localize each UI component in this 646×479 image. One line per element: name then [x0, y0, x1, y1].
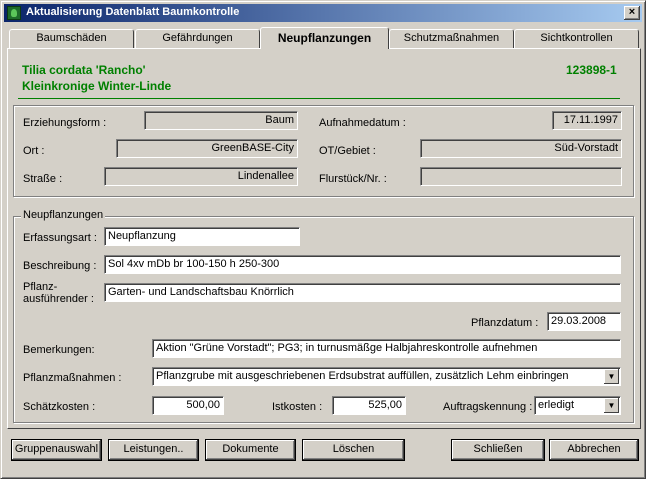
- beschreibung-label: Beschreibung :: [23, 260, 97, 272]
- auftragskennung-value: erledigt: [538, 399, 575, 411]
- tab-bar: Baumschäden Gefährdungen Neupflanzungen …: [7, 27, 641, 49]
- chevron-down-icon[interactable]: ▼: [604, 369, 619, 384]
- ausfuehrender-input[interactable]: Garten- und Landschaftsbau Knörrlich: [104, 283, 621, 302]
- gruppenauswahl-button[interactable]: Gruppenauswahl: [11, 439, 102, 461]
- erziehungsform-field: Baum: [144, 111, 298, 130]
- loeschen-button[interactable]: Löschen: [302, 439, 405, 461]
- title-bar: Aktualisierung Datenblatt Baumkontrolle …: [4, 4, 642, 22]
- schliessen-button[interactable]: Schließen: [451, 439, 545, 461]
- bemerkungen-input[interactable]: Aktion "Grüne Vorstadt"; PG3; in turnusm…: [152, 339, 621, 358]
- erziehungsform-label: Erziehungsform :: [23, 117, 107, 129]
- close-button[interactable]: ×: [624, 6, 640, 20]
- strasse-label: Straße :: [23, 173, 63, 185]
- ort-label: Ort :: [23, 145, 45, 157]
- pflanzdatum-input[interactable]: 29.03.2008: [547, 312, 621, 331]
- ausfuehrender-label-line1: Pflanz-: [23, 281, 58, 293]
- auftragskennung-label: Auftragskennung :: [443, 401, 533, 413]
- tree-app-icon: [7, 6, 21, 20]
- beschreibung-input[interactable]: Sol 4xv mDb br 100-150 h 250-300: [104, 255, 621, 274]
- flurstueck-label: Flurstück/Nr. :: [319, 173, 387, 185]
- aufnahmedatum-label: Aufnahmedatum :: [319, 117, 406, 129]
- istkosten-label: Istkosten :: [272, 401, 323, 413]
- tree-common-name: Kleinkronige Winter-Linde: [22, 79, 172, 93]
- tab-neupflanzungen[interactable]: Neupflanzungen: [260, 27, 389, 49]
- leistungen-button[interactable]: Leistungen..: [108, 439, 199, 461]
- auftragskennung-select[interactable]: erledigt ▼: [534, 396, 621, 415]
- dokumente-button[interactable]: Dokumente: [205, 439, 296, 461]
- massnahmen-label: Pflanzmaßnahmen :: [23, 372, 122, 384]
- dialog-window: Aktualisierung Datenblatt Baumkontrolle …: [0, 0, 646, 479]
- window-title: Aktualisierung Datenblatt Baumkontrolle: [26, 6, 240, 18]
- schaetzkosten-input[interactable]: 500,00: [152, 396, 224, 415]
- bemerkungen-label: Bemerkungen:: [23, 344, 95, 356]
- strasse-field: Lindenallee: [104, 167, 298, 186]
- erfassungsart-input[interactable]: Neupflanzung: [104, 227, 300, 246]
- ausfuehrender-label-line2: ausführender :: [23, 293, 94, 305]
- ort-field: GreenBASE-City: [116, 139, 298, 158]
- massnahmen-value: Pflanzgrube mit ausgeschriebenen Erdsubs…: [156, 370, 569, 382]
- tab-gefaehrdungen[interactable]: Gefährdungen: [135, 29, 260, 48]
- massnahmen-select[interactable]: Pflanzgrube mit ausgeschriebenen Erdsubs…: [152, 367, 621, 386]
- neupflanzungen-group: [13, 216, 634, 423]
- erfassungsart-label: Erfassungsart :: [23, 232, 97, 244]
- schaetzkosten-label: Schätzkosten :: [23, 401, 96, 413]
- tab-baumschaeden[interactable]: Baumschäden: [9, 29, 134, 48]
- abbrechen-button[interactable]: Abbrechen: [549, 439, 639, 461]
- pflanzdatum-label: Pflanzdatum :: [471, 317, 539, 329]
- tab-sichtkontrollen[interactable]: Sichtkontrollen: [514, 29, 639, 48]
- flurstueck-field: [420, 167, 622, 186]
- gebiet-label: OT/Gebiet :: [319, 145, 376, 157]
- istkosten-input[interactable]: 525,00: [332, 396, 406, 415]
- tree-id: 123898-1: [566, 63, 617, 77]
- divider: [18, 98, 620, 99]
- chevron-down-icon[interactable]: ▼: [604, 398, 619, 413]
- gebiet-field: Süd-Vorstadt: [420, 139, 622, 158]
- tree-botanical-name: Tilia cordata 'Rancho': [22, 63, 146, 77]
- neupflanzungen-group-title: Neupflanzungen: [21, 209, 106, 221]
- aufnahmedatum-field: 17.11.1997: [552, 111, 622, 130]
- tab-schutzmassnahmen[interactable]: Schutzmaßnahmen: [389, 29, 514, 48]
